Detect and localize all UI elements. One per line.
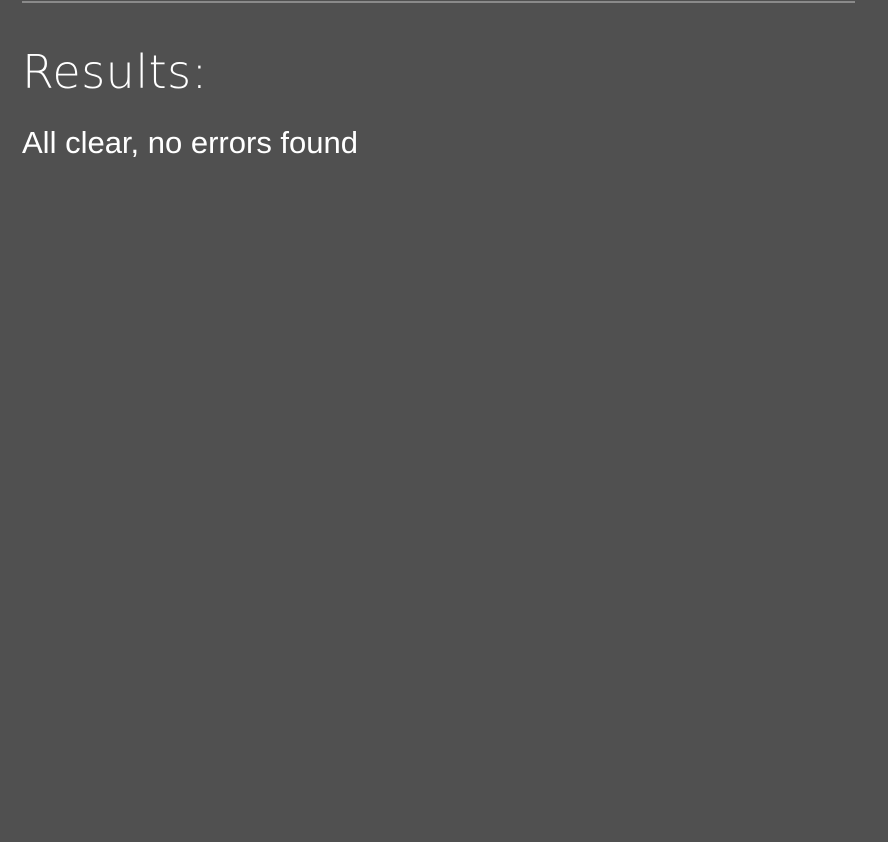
results-heading: Results: xyxy=(22,45,208,99)
results-panel: Results: All clear, no errors found xyxy=(0,0,888,842)
results-message: All clear, no errors found xyxy=(22,125,359,160)
top-divider xyxy=(22,1,855,3)
